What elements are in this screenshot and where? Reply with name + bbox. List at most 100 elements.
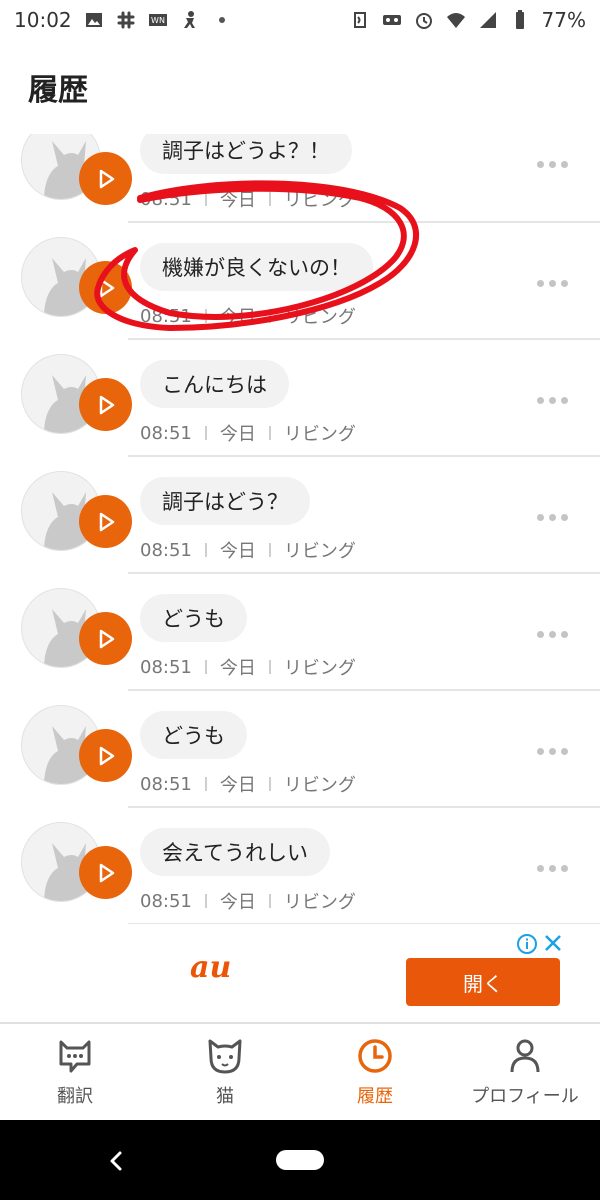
ad-open-button[interactable]: 開く xyxy=(406,958,560,1006)
meta-divider xyxy=(204,894,207,908)
more-options-button[interactable] xyxy=(537,514,568,521)
history-row[interactable]: どうも 08:51 今日 リビング xyxy=(0,574,600,691)
nav-translate[interactable]: 翻訳 xyxy=(0,1024,150,1120)
ad-close-icon[interactable] xyxy=(544,934,562,952)
history-row[interactable]: どうも 08:51 今日 リビング xyxy=(0,691,600,808)
more-dot-icon xyxy=(537,748,544,755)
message-meta: 08:51 今日 リビング xyxy=(140,303,356,329)
bottom-nav: 翻訳 猫 履歴 プロフィール xyxy=(0,1022,600,1120)
more-dot-icon xyxy=(537,280,544,287)
more-dot-icon xyxy=(561,161,568,168)
more-dot-icon xyxy=(549,631,556,638)
play-icon xyxy=(99,863,114,882)
more-dot-icon xyxy=(549,397,556,404)
message-time: 08:51 xyxy=(140,656,192,678)
history-row[interactable]: こんにちは 08:51 今日 リビング xyxy=(0,340,600,457)
person-icon xyxy=(510,1039,540,1073)
cat-face-icon xyxy=(208,1039,242,1074)
nfc-icon xyxy=(350,10,370,30)
nav-profile[interactable]: プロフィール xyxy=(450,1024,600,1120)
voicemail-icon xyxy=(382,10,402,30)
gallery-icon xyxy=(84,10,104,30)
app-badge-icon: WN xyxy=(148,10,168,30)
play-icon xyxy=(99,746,114,765)
svg-text:WN: WN xyxy=(151,16,165,25)
row-divider xyxy=(128,923,600,924)
play-icon xyxy=(99,512,114,531)
more-options-button[interactable] xyxy=(537,280,568,287)
status-bar: 10:02 WN 77% xyxy=(0,0,600,40)
message-bubble: 機嫌が良くないの！ xyxy=(140,243,373,291)
more-dot-icon xyxy=(561,397,568,404)
history-row[interactable]: 調子はどう？ 08:51 今日 リビング xyxy=(0,457,600,574)
more-dot-icon xyxy=(561,514,568,521)
ad-banner[interactable]: au 開く xyxy=(0,926,600,1022)
more-dot-icon xyxy=(549,514,556,521)
message-meta: 08:51 今日 リビング xyxy=(140,186,356,212)
message-time: 08:51 xyxy=(140,890,192,912)
nav-label: 翻訳 xyxy=(57,1086,93,1107)
message-room: リビング xyxy=(283,307,356,328)
play-button[interactable] xyxy=(79,152,132,205)
nav-cat[interactable]: 猫 xyxy=(150,1024,300,1120)
chat-cat-icon xyxy=(59,1040,91,1073)
ad-brand-logo: au xyxy=(190,950,232,985)
meta-divider xyxy=(204,543,207,557)
more-dot-icon xyxy=(537,514,544,521)
header: 履歴 xyxy=(0,40,600,134)
message-meta: 08:51 今日 リビング xyxy=(140,420,356,446)
message-meta: 08:51 今日 リビング xyxy=(140,654,356,680)
history-row[interactable]: 会えてうれしい 08:51 今日 リビング xyxy=(0,808,600,924)
more-dot-icon xyxy=(561,631,568,638)
message-time: 08:51 xyxy=(140,422,192,444)
more-options-button[interactable] xyxy=(537,631,568,638)
play-button[interactable] xyxy=(79,495,132,548)
more-dot-icon xyxy=(549,280,556,287)
more-dot-icon xyxy=(549,161,556,168)
play-button[interactable] xyxy=(79,729,132,782)
more-dot-icon xyxy=(561,865,568,872)
ad-info-icon[interactable] xyxy=(517,934,537,954)
play-button[interactable] xyxy=(79,846,132,899)
slack-icon xyxy=(116,10,136,30)
message-day: 今日 xyxy=(219,775,256,796)
message-time: 08:51 xyxy=(140,305,192,327)
play-icon xyxy=(99,278,114,297)
meta-divider xyxy=(204,777,207,791)
wifi-icon xyxy=(446,10,466,30)
message-bubble: こんにちは xyxy=(140,360,289,408)
history-list[interactable]: 調子はどうよ？！ 08:51 今日 リビング 機嫌が良くないの！ 08:51 今… xyxy=(0,134,600,924)
message-bubble: どうも xyxy=(140,594,247,642)
message-room: リビング xyxy=(283,190,356,211)
play-button[interactable] xyxy=(79,261,132,314)
message-room: リビング xyxy=(283,658,356,679)
more-options-button[interactable] xyxy=(537,748,568,755)
message-room: リビング xyxy=(283,775,356,796)
message-room: リビング xyxy=(283,424,356,445)
clock-icon xyxy=(358,1039,392,1073)
meta-divider xyxy=(268,309,271,323)
message-bubble: 調子はどう？ xyxy=(140,477,310,525)
more-options-button[interactable] xyxy=(537,865,568,872)
message-meta: 08:51 今日 リビング xyxy=(140,771,356,797)
nav-label: 履歴 xyxy=(357,1086,393,1107)
home-pill-button[interactable] xyxy=(276,1150,324,1170)
nav-history[interactable]: 履歴 xyxy=(300,1024,450,1120)
history-row[interactable]: 機嫌が良くないの！ 08:51 今日 リビング xyxy=(0,223,600,340)
meta-divider xyxy=(204,192,207,206)
nav-label: 猫 xyxy=(216,1086,234,1107)
more-dot-icon xyxy=(561,280,568,287)
more-options-button[interactable] xyxy=(537,397,568,404)
more-dot-icon xyxy=(537,161,544,168)
play-button[interactable] xyxy=(79,378,132,431)
meta-divider xyxy=(268,894,271,908)
history-row[interactable]: 調子はどうよ？！ 08:51 今日 リビング xyxy=(0,134,600,223)
more-dot-icon xyxy=(537,865,544,872)
meta-divider xyxy=(204,426,207,440)
status-left: 10:02 WN xyxy=(14,8,232,32)
more-options-button[interactable] xyxy=(537,161,568,168)
play-button[interactable] xyxy=(79,612,132,665)
nav-label: プロフィール xyxy=(471,1086,579,1107)
more-dot-icon xyxy=(549,865,556,872)
back-icon[interactable] xyxy=(106,1150,126,1172)
